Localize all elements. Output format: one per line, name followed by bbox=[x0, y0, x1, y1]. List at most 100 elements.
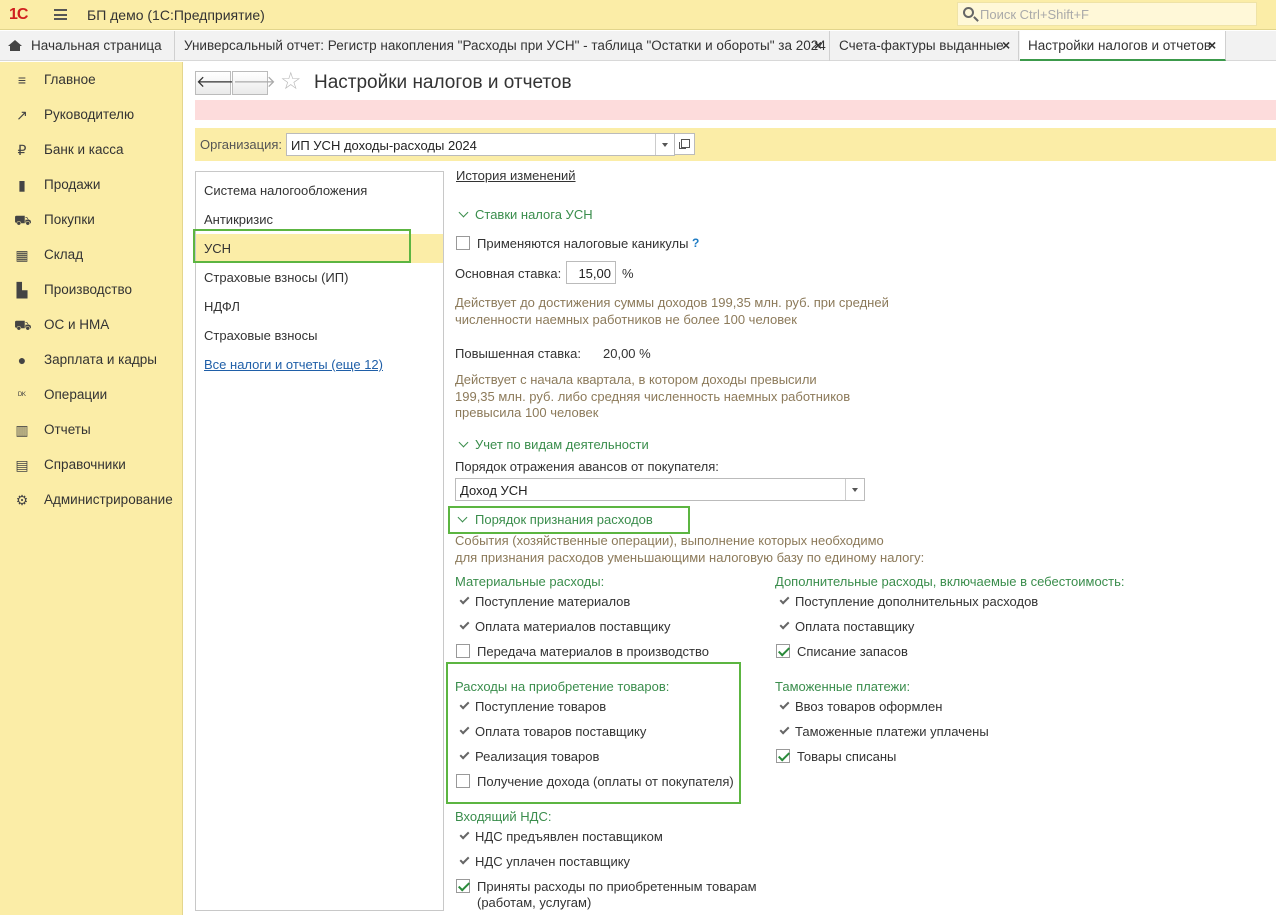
close-icon[interactable]: × bbox=[1208, 37, 1216, 53]
sidebar-item-fixed-assets[interactable]: ⛟ ОС и НМА bbox=[0, 307, 183, 342]
note-line: для признания расходов уменьшающими нало… bbox=[455, 549, 925, 565]
menu-icon: ≡ bbox=[17, 72, 27, 88]
sidebar-item-label: Зарплата и кадры bbox=[44, 352, 157, 367]
close-icon[interactable]: × bbox=[814, 37, 822, 53]
tab-tax-settings[interactable]: Настройки налогов и отчетов × bbox=[1020, 31, 1226, 61]
person-icon: ● bbox=[17, 352, 27, 368]
note-line: превысила 100 человек bbox=[455, 405, 599, 420]
bar-chart-icon: ▥ bbox=[15, 422, 29, 438]
goods-item: Реализация товаров bbox=[475, 749, 600, 764]
vat-item: Приняты расходы по приобретенным товарам bbox=[477, 879, 757, 894]
chevron-down-icon[interactable] bbox=[845, 479, 864, 500]
activity-section-header[interactable]: Учет по видам деятельности bbox=[456, 437, 649, 452]
tab-label: Настройки налогов и отчетов bbox=[1028, 38, 1211, 53]
home-icon bbox=[8, 40, 22, 51]
vat-group-title: Входящий НДС: bbox=[455, 809, 552, 824]
settings-sections-list: Система налогообложения Антикризис УСН С… bbox=[195, 171, 444, 911]
check-icon bbox=[779, 594, 790, 605]
forward-button[interactable]: 🡒 bbox=[232, 71, 276, 95]
note-line: 199,35 млн. руб. либо средняя численност… bbox=[455, 388, 851, 404]
high-rate-note: Действует с начала квартала, в котором д… bbox=[455, 372, 850, 422]
section-insurance-ip[interactable]: Страховые взносы (ИП) bbox=[196, 263, 443, 292]
tax-holidays-checkbox[interactable] bbox=[456, 236, 470, 250]
close-icon[interactable]: × bbox=[1002, 37, 1010, 53]
sidebar-item-sales[interactable]: ▮ Продажи bbox=[0, 167, 183, 202]
sidebar-item-label: Производство bbox=[44, 282, 133, 297]
sidebar-item-operations[interactable]: ᴰᴷ Операции bbox=[0, 377, 183, 412]
sidebar-item-label: ОС и НМА bbox=[44, 317, 110, 332]
expenses-accepted-checkbox[interactable] bbox=[456, 879, 470, 893]
vat-item: НДС предъявлен поставщиком bbox=[475, 829, 663, 844]
book-icon: ▤ bbox=[15, 457, 29, 473]
base-rate-input[interactable]: 15,00 bbox=[566, 261, 616, 284]
sidebar-item-manager[interactable]: ↗ Руководителю bbox=[0, 97, 183, 132]
search-icon bbox=[963, 7, 974, 18]
tab-universal-report[interactable]: Универсальный отчет: Регистр накопления … bbox=[176, 31, 830, 61]
sidebar-item-label: Отчеты bbox=[44, 422, 91, 437]
sidebar-item-admin[interactable]: ⚙ Администрирование bbox=[0, 482, 183, 517]
app-title: БП демо (1С:Предприятие) bbox=[87, 7, 265, 23]
sidebar-item-main[interactable]: ≡ Главное bbox=[0, 62, 183, 97]
material-transfer-checkbox[interactable] bbox=[456, 644, 470, 658]
tab-label: Универсальный отчет: Регистр накопления … bbox=[184, 38, 830, 53]
favorite-star-icon[interactable]: ☆ bbox=[280, 69, 302, 95]
sidebar-item-production[interactable]: ▙ Производство bbox=[0, 272, 183, 307]
goods-written-off-checkbox[interactable] bbox=[776, 749, 790, 763]
section-insurance[interactable]: Страховые взносы bbox=[196, 321, 443, 350]
check-icon bbox=[459, 854, 470, 865]
check-icon bbox=[779, 619, 790, 630]
main-menu-icon[interactable] bbox=[54, 9, 67, 20]
advances-select[interactable]: Доход УСН bbox=[455, 478, 865, 501]
back-button[interactable]: 🡐 bbox=[195, 71, 239, 95]
check-icon bbox=[459, 829, 470, 840]
additional-item: Оплата поставщику bbox=[795, 619, 915, 634]
history-link[interactable]: История изменений bbox=[456, 168, 576, 183]
usn-highlight-frame bbox=[193, 229, 411, 263]
vat-item: НДС уплачен поставщику bbox=[475, 854, 631, 869]
check-icon bbox=[459, 594, 470, 605]
open-organization-button[interactable] bbox=[674, 133, 695, 155]
percent-sign: % bbox=[622, 266, 634, 281]
expenses-highlight-frame bbox=[448, 506, 690, 534]
additional-item: Списание запасов bbox=[797, 644, 908, 659]
sidebar-item-label: Банк и касса bbox=[44, 142, 124, 157]
base-rate-label: Основная ставка: bbox=[455, 266, 562, 281]
organization-select[interactable]: ИП УСН доходы-расходы 2024 bbox=[286, 133, 675, 156]
tab-home[interactable]: Начальная страница bbox=[0, 31, 175, 61]
sidebar: ≡ Главное ↗ Руководителю ₽ Банк и касса ▮ Пр… bbox=[0, 62, 183, 915]
sidebar-item-label: Администрирование bbox=[44, 492, 173, 507]
section-title: Учет по видам деятельности bbox=[475, 437, 649, 452]
additional-group-title: Дополнительные расходы, включаемые в себ… bbox=[775, 574, 1125, 589]
write-off-stocks-checkbox[interactable] bbox=[776, 644, 790, 658]
material-item: Передача материалов в производство bbox=[477, 644, 709, 659]
sidebar-item-reports[interactable]: ▥ Отчеты bbox=[0, 412, 183, 447]
help-icon[interactable]: ? bbox=[692, 236, 699, 250]
sidebar-item-catalogs[interactable]: ▤ Справочники bbox=[0, 447, 183, 482]
ruble-icon: ₽ bbox=[17, 142, 27, 158]
chevron-down-icon bbox=[458, 207, 469, 218]
sidebar-item-payroll[interactable]: ● Зарплата и кадры bbox=[0, 342, 183, 377]
all-taxes-link[interactable]: Все налоги и отчеты (еще 12) bbox=[196, 350, 443, 379]
income-received-checkbox[interactable] bbox=[456, 774, 470, 788]
sidebar-item-warehouse[interactable]: ▦ Склад bbox=[0, 237, 183, 272]
sidebar-item-bank[interactable]: ₽ Банк и касса bbox=[0, 132, 183, 167]
material-group-title: Материальные расходы: bbox=[455, 574, 605, 589]
note-line: События (хозяйственные операции), выполн… bbox=[455, 533, 884, 548]
gear-icon: ⚙ bbox=[15, 492, 29, 508]
main-content: 🡐 🡒 ☆ Настройки налогов и отчетов Органи… bbox=[184, 62, 1276, 915]
note-line: численности наемных работников не более … bbox=[455, 311, 797, 327]
section-ndfl[interactable]: НДФЛ bbox=[196, 292, 443, 321]
rates-section-header[interactable]: Ставки налога УСН bbox=[456, 207, 593, 222]
cart-icon: ⛟ bbox=[14, 212, 32, 228]
high-rate-value: 20,00 % bbox=[603, 346, 651, 361]
material-item: Поступление материалов bbox=[475, 594, 631, 609]
check-icon bbox=[459, 619, 470, 630]
section-tax-system[interactable]: Система налогообложения bbox=[196, 176, 443, 205]
truck-icon: ⛟ bbox=[14, 317, 32, 333]
sidebar-item-purchases[interactable]: ⛟ Покупки bbox=[0, 202, 183, 237]
tab-invoices-issued[interactable]: Счета-фактуры выданные × bbox=[831, 31, 1019, 61]
chevron-down-icon[interactable] bbox=[655, 134, 674, 155]
search-input[interactable] bbox=[980, 5, 1250, 23]
global-search[interactable] bbox=[957, 2, 1257, 26]
note-line: Действует с начала квартала, в котором д… bbox=[455, 372, 817, 387]
